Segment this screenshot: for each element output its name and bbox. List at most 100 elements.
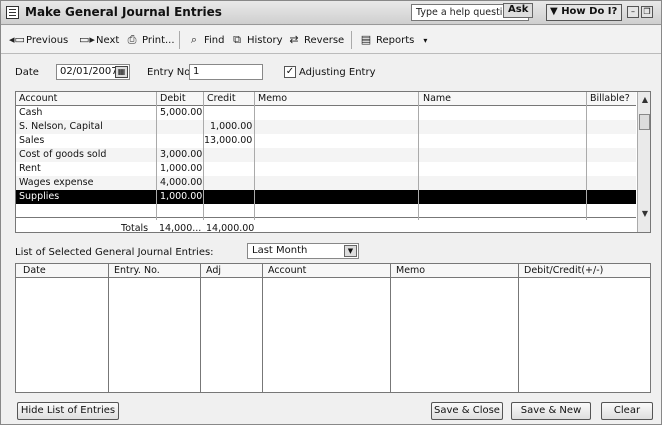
table-row-selected[interactable] <box>16 190 636 204</box>
column-divider <box>254 92 255 220</box>
totals-credit: 14,000.00 <box>206 223 255 234</box>
column-divider <box>262 264 263 392</box>
toolbar-divider <box>179 31 180 49</box>
table-row[interactable] <box>16 148 636 162</box>
triangle-down-icon: ▼ <box>550 6 558 17</box>
how-do-i-label: How Do I? <box>561 6 618 17</box>
previous-label: Previous <box>26 34 69 46</box>
journal-window: Make General Journal Entries Type a help… <box>0 0 662 425</box>
scroll-up-icon[interactable]: ▲ <box>639 94 650 106</box>
reports-label: Reports <box>376 34 415 46</box>
column-divider <box>518 264 519 392</box>
save-new-button[interactable]: Save & New <box>511 402 591 420</box>
list-header-entry-no[interactable]: Entry. No. <box>114 264 160 278</box>
cell-account[interactable]: Sales <box>19 134 44 148</box>
cell-debit[interactable]: 4,000.00 <box>160 176 202 190</box>
history-label: History <box>247 34 283 46</box>
header-billable: Billable? <box>590 93 630 104</box>
hide-list-button[interactable]: Hide List of Entries <box>17 402 119 420</box>
column-divider <box>390 264 391 392</box>
table-row[interactable] <box>16 134 636 148</box>
save-close-button[interactable]: Save & Close <box>431 402 503 420</box>
list-header-adj[interactable]: Adj <box>206 264 221 278</box>
previous-button[interactable]: ◂▭ Previous <box>9 32 68 48</box>
cell-account[interactable]: Supplies <box>19 190 59 204</box>
find-icon: ⌕ <box>190 33 198 46</box>
totals-label: Totals <box>121 223 149 234</box>
window-title: Make General Journal Entries <box>25 5 222 19</box>
grid-header: Account Debit Credit Memo Name Billable? <box>16 92 636 106</box>
reports-icon: ▤ <box>360 33 372 46</box>
grid-scrollbar[interactable]: ▲ ▼ <box>637 92 650 232</box>
cell-debit[interactable]: 1,000.00 <box>160 162 202 176</box>
cell-account[interactable]: S. Nelson, Capital <box>19 120 103 134</box>
cell-credit[interactable]: 13,000.00 <box>204 134 252 148</box>
list-header-debit-credit[interactable]: Debit/Credit(+/-) <box>524 264 603 278</box>
list-selector-label: List of Selected General Journal Entries… <box>15 247 214 258</box>
chevron-down-icon: ▾ <box>423 35 428 45</box>
column-divider <box>203 92 204 220</box>
cell-account[interactable]: Cash <box>19 106 42 120</box>
column-divider <box>200 264 201 392</box>
toolbar: ◂▭ Previous ▭▸ Next ⎙ Print... ⌕ Find ⧉ … <box>1 26 661 54</box>
cell-debit[interactable]: 5,000.00 <box>160 106 202 120</box>
header-account: Account <box>19 93 58 104</box>
cell-debit[interactable]: 3,000.00 <box>160 148 202 162</box>
how-do-i-button[interactable]: ▼ How Do I? <box>546 4 622 21</box>
next-label: Next <box>96 34 120 46</box>
history-button[interactable]: ⧉ History <box>230 32 283 48</box>
totals-debit: 14,000... <box>159 223 202 234</box>
scroll-thumb[interactable] <box>639 114 650 130</box>
entry-no-field[interactable]: 1 <box>189 64 263 80</box>
history-icon: ⧉ <box>233 33 241 46</box>
journal-entries-list: Date Entry. No. Adj Account Memo Debit/C… <box>15 263 651 393</box>
reverse-button[interactable]: ⇄ Reverse <box>287 32 344 48</box>
adjusting-entry-label: Adjusting Entry <box>299 67 376 78</box>
date-range-value: Last Month <box>252 245 308 256</box>
header-credit: Credit <box>207 93 236 104</box>
date-range-dropdown[interactable]: Last Month ▼ <box>247 243 359 259</box>
column-divider <box>156 92 157 220</box>
scroll-down-icon[interactable]: ▼ <box>639 208 650 220</box>
calendar-icon[interactable]: ▦ <box>115 66 128 78</box>
find-button[interactable]: ⌕ Find <box>187 32 225 48</box>
print-button[interactable]: ⎙ Print... <box>125 32 175 48</box>
table-row-empty[interactable] <box>16 204 636 218</box>
column-divider <box>418 92 419 220</box>
list-header-account[interactable]: Account <box>268 264 306 278</box>
table-row[interactable] <box>16 176 636 190</box>
list-header-memo[interactable]: Memo <box>396 264 425 278</box>
chevron-down-icon[interactable]: ▼ <box>344 245 357 257</box>
table-row[interactable] <box>16 162 636 176</box>
cell-account[interactable]: Rent <box>19 162 41 176</box>
date-label: Date <box>15 67 39 78</box>
cell-account[interactable]: Cost of goods sold <box>19 148 106 162</box>
cell-account[interactable]: Wages expense <box>19 176 93 190</box>
next-arrow-icon: ▭▸ <box>79 33 95 46</box>
clear-button[interactable]: Clear <box>601 402 653 420</box>
reverse-icon: ⇄ <box>289 33 299 46</box>
cell-debit[interactable]: 1,000.00 <box>160 190 202 204</box>
find-label: Find <box>204 34 225 46</box>
journal-entry-grid: Account Debit Credit Memo Name Billable?… <box>15 91 651 233</box>
minimize-icon[interactable]: – <box>627 6 639 18</box>
print-label: Print... <box>142 34 175 46</box>
previous-arrow-icon: ◂▭ <box>9 33 25 46</box>
toolbar-divider <box>351 31 352 49</box>
cell-credit[interactable]: 1,000.00 <box>210 120 252 134</box>
restore-icon[interactable]: ❐ <box>641 6 653 18</box>
table-row[interactable] <box>16 106 636 120</box>
column-divider <box>586 92 587 220</box>
ask-button[interactable]: Ask <box>503 3 534 18</box>
list-header-date[interactable]: Date <box>23 264 46 278</box>
header-debit: Debit <box>160 93 186 104</box>
header-name: Name <box>423 93 452 104</box>
adjusting-entry-checkbox[interactable]: ✓ <box>284 66 296 78</box>
journal-icon <box>6 6 19 19</box>
next-button[interactable]: ▭▸ Next <box>79 32 119 48</box>
table-row[interactable] <box>16 120 636 134</box>
reports-button[interactable]: ▤ Reports ▾ <box>359 32 428 48</box>
header-memo: Memo <box>258 93 288 104</box>
column-divider <box>108 264 109 392</box>
title-bar: Make General Journal Entries Type a help… <box>1 1 661 25</box>
